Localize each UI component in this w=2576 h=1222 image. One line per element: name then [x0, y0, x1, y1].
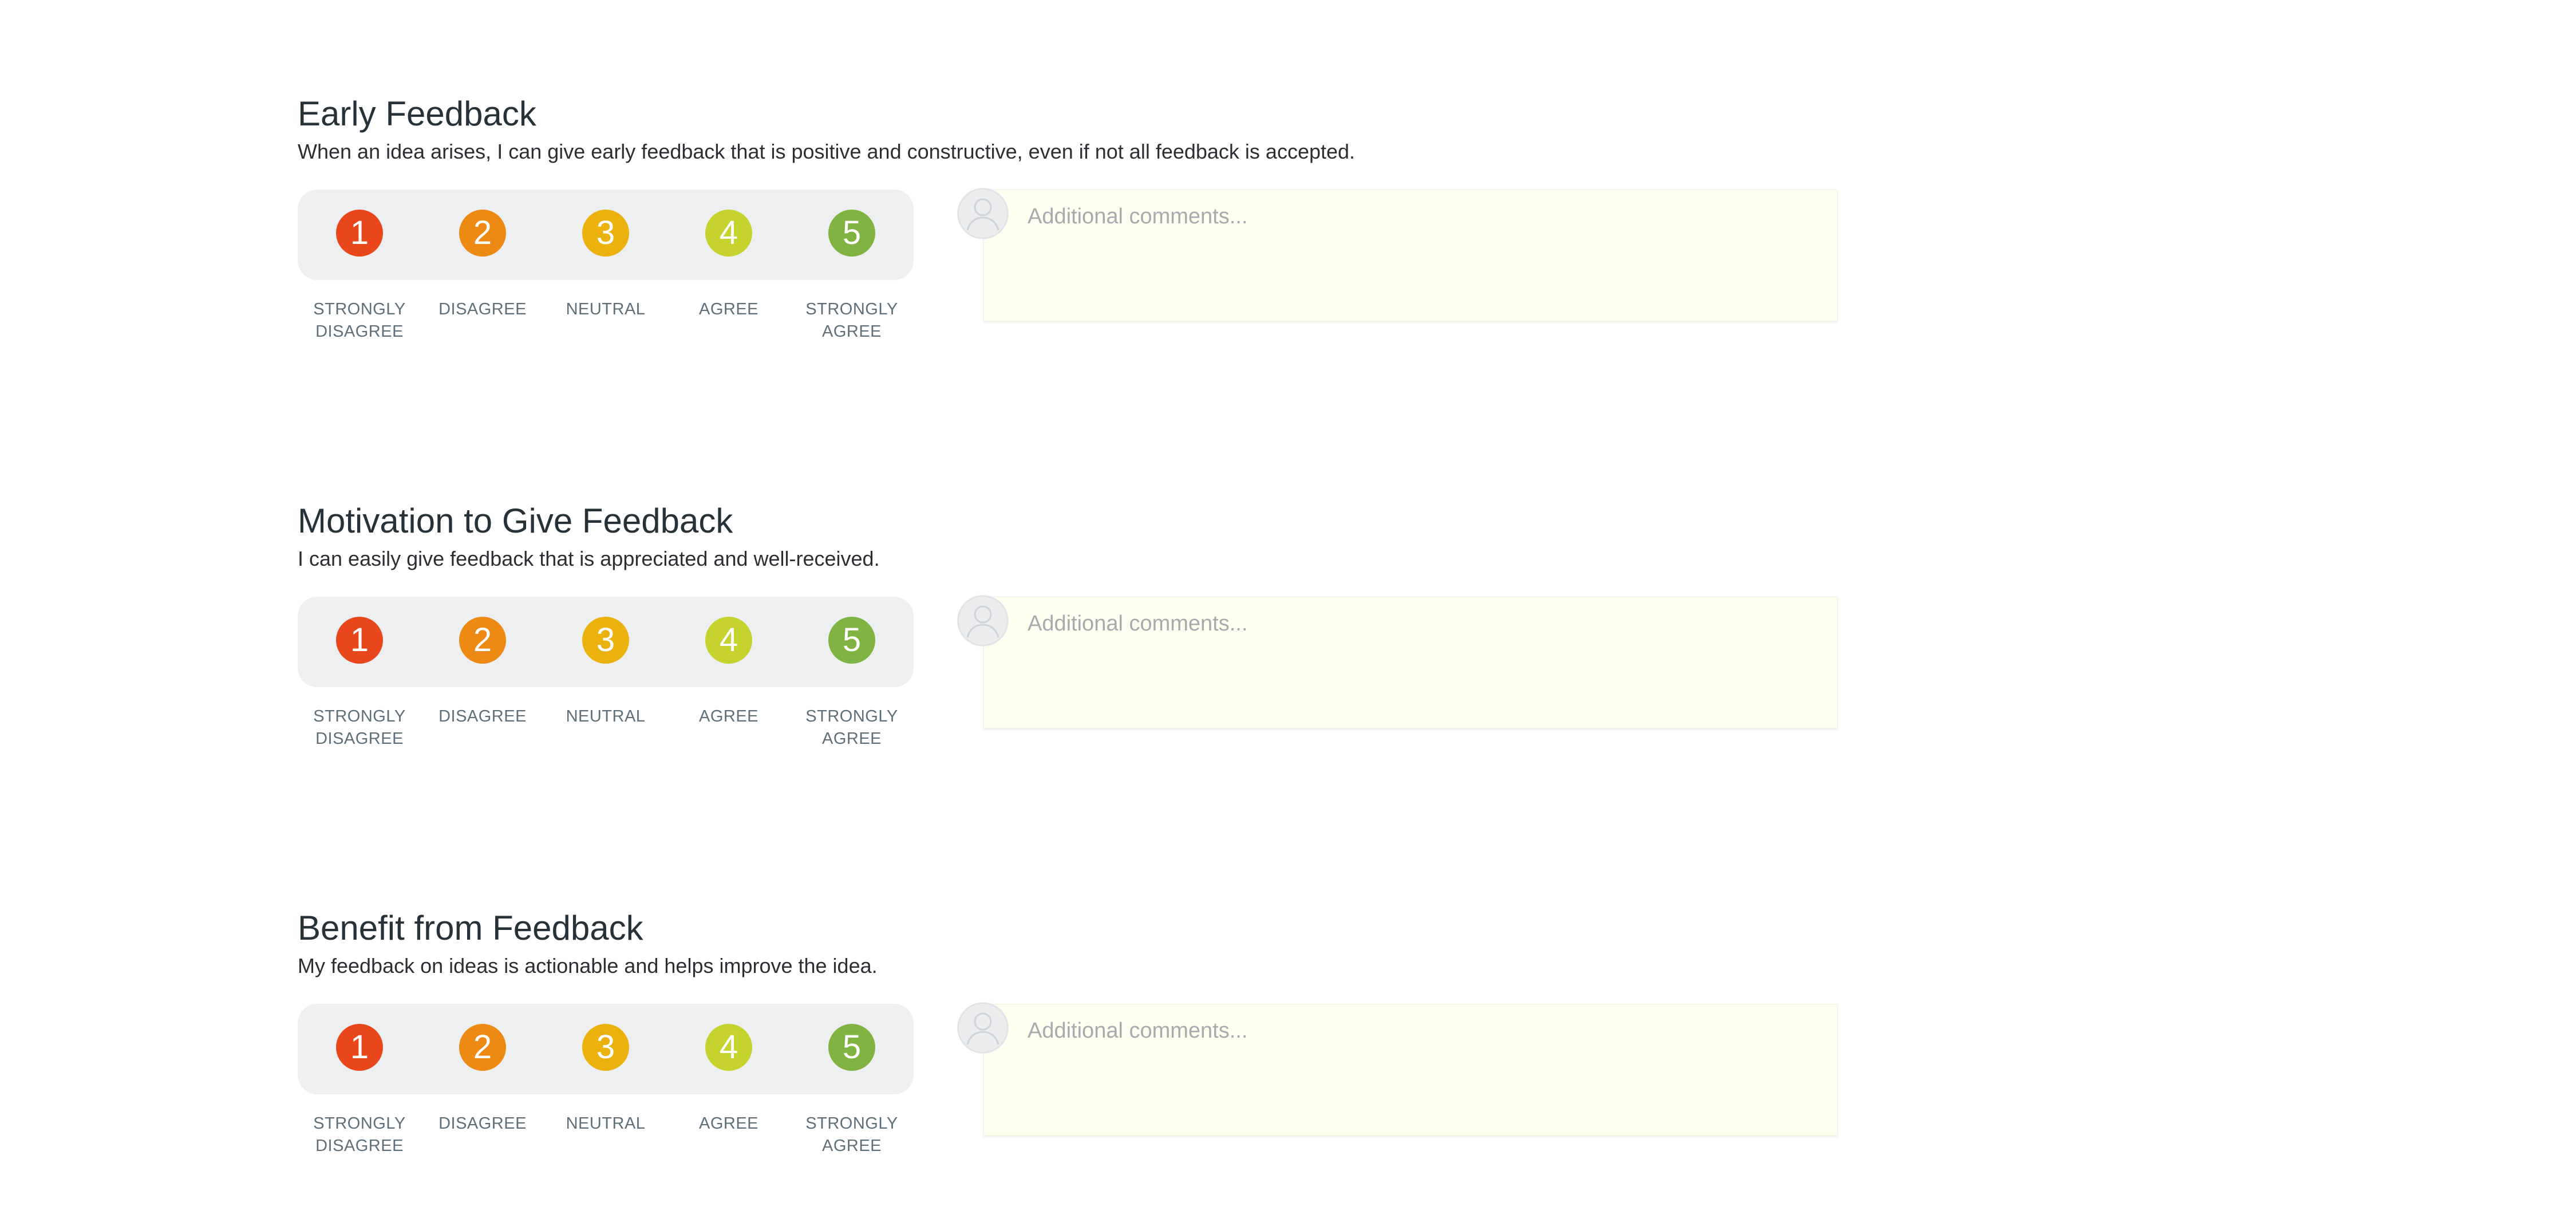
- rating-circle-4[interactable]: 4: [705, 617, 752, 664]
- rating-option-5[interactable]: 5 Strongly Agree: [790, 597, 914, 768]
- avatar: [957, 188, 1009, 239]
- rating-circle-2[interactable]: 2: [459, 1024, 506, 1071]
- rating-option-4[interactable]: 4 Agree: [667, 190, 791, 361]
- survey-question-early-feedback: Early Feedback When an idea arises, I ca…: [298, 93, 1843, 362]
- survey-question-benefit: Benefit from Feedback My feedback on ide…: [298, 908, 1843, 1177]
- survey-question-motivation: Motivation to Give Feedback I can easily…: [298, 500, 1843, 770]
- question-title: Motivation to Give Feedback: [298, 502, 733, 540]
- question-description: When an idea arises, I can give early fe…: [298, 140, 1356, 163]
- rating-circle-5[interactable]: 5: [828, 617, 875, 664]
- rating-label-strongly-agree: Strongly Agree: [805, 707, 898, 748]
- question-title: Benefit from Feedback: [298, 909, 643, 947]
- rating-circle-5[interactable]: 5: [828, 210, 875, 257]
- comment-input[interactable]: [983, 1004, 1838, 1136]
- rating-circle-5[interactable]: 5: [828, 1024, 875, 1071]
- rating-option-1[interactable]: 1 Strongly Disagree: [298, 1004, 421, 1176]
- rating-label-strongly-agree: Strongly Agree: [805, 300, 898, 341]
- rating-circle-3[interactable]: 3: [582, 210, 629, 257]
- rating-circle-2[interactable]: 2: [459, 617, 506, 664]
- rating-circle-2[interactable]: 2: [459, 210, 506, 257]
- question-description: I can easily give feedback that is appre…: [298, 547, 880, 570]
- rating-option-2[interactable]: 2 Disagree: [421, 597, 544, 768]
- user-silhouette-icon: [958, 596, 1008, 646]
- comment-input[interactable]: [983, 597, 1838, 728]
- rating-option-4[interactable]: 4 Agree: [667, 597, 791, 768]
- rating-circle-4[interactable]: 4: [705, 210, 752, 257]
- rating-option-2[interactable]: 2 Disagree: [421, 190, 544, 361]
- rating-circle-1[interactable]: 1: [336, 1024, 383, 1071]
- user-silhouette-icon: [958, 188, 1008, 239]
- rating-label-strongly-agree: Strongly Agree: [805, 1114, 898, 1155]
- rating-option-5[interactable]: 5 Strongly Agree: [790, 190, 914, 361]
- user-silhouette-icon: [958, 1003, 1008, 1053]
- comment-input[interactable]: [983, 190, 1838, 321]
- rating-option-3[interactable]: 3 Neutral: [544, 597, 667, 768]
- rating-circle-3[interactable]: 3: [582, 617, 629, 664]
- rating-circle-1[interactable]: 1: [336, 617, 383, 664]
- rating-option-3[interactable]: 3 Neutral: [544, 1004, 667, 1176]
- rating-option-2[interactable]: 2 Disagree: [421, 1004, 544, 1176]
- rating-circle-1[interactable]: 1: [336, 210, 383, 257]
- rating-circle-4[interactable]: 4: [705, 1024, 752, 1071]
- rating-option-5[interactable]: 5 Strongly Agree: [790, 1004, 914, 1176]
- question-title: Early Feedback: [298, 94, 536, 133]
- rating-option-1[interactable]: 1 Strongly Disagree: [298, 190, 421, 361]
- avatar: [957, 595, 1009, 647]
- avatar: [957, 1002, 1009, 1054]
- rating-option-3[interactable]: 3 Neutral: [544, 190, 667, 361]
- rating-option-4[interactable]: 4 Agree: [667, 1004, 791, 1176]
- question-description: My feedback on ideas is actionable and h…: [298, 954, 878, 977]
- rating-option-1[interactable]: 1 Strongly Disagree: [298, 597, 421, 768]
- rating-circle-3[interactable]: 3: [582, 1024, 629, 1071]
